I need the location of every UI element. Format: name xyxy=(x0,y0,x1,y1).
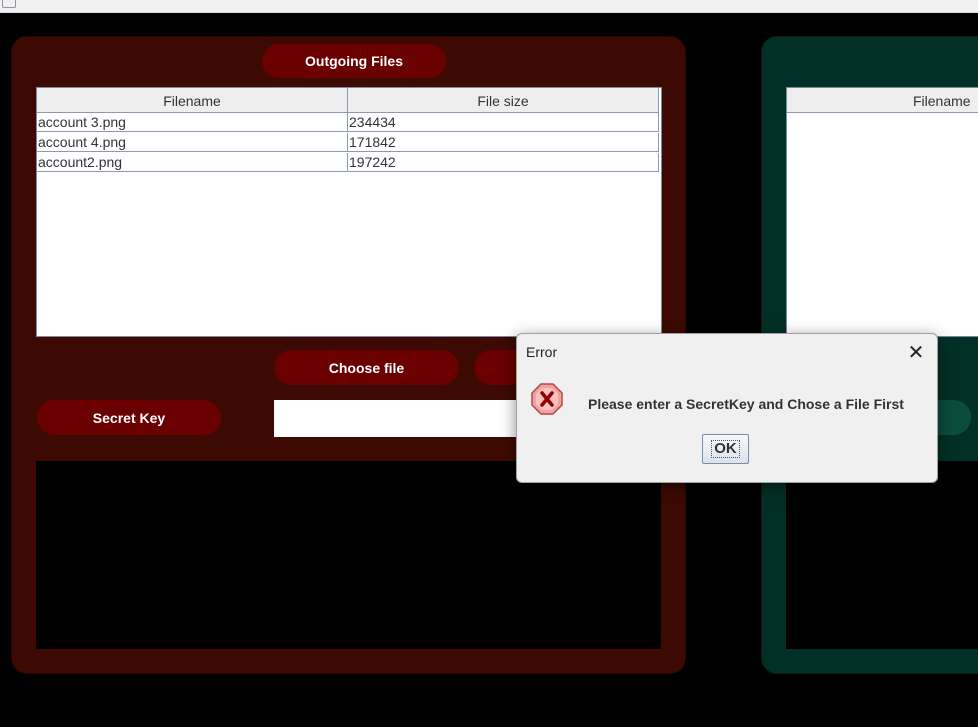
secret-key-label: Secret Key xyxy=(37,400,221,435)
table-row[interactable]: account 4.png 171842 xyxy=(37,133,659,153)
window-title-bar xyxy=(0,0,978,13)
column-header-file-size[interactable]: File size xyxy=(348,88,659,112)
app-icon xyxy=(2,0,16,8)
cell-file-size: 234434 xyxy=(348,113,659,132)
cell-filename: account 4.png xyxy=(37,133,348,152)
close-icon[interactable]: ✕ xyxy=(901,338,931,366)
cell-filename: account 3.png xyxy=(37,113,348,132)
cell-file-size: 197242 xyxy=(348,153,659,172)
incoming-files-table[interactable]: Filename xyxy=(786,87,978,337)
choose-file-button[interactable]: Choose file xyxy=(274,350,459,385)
column-header-filename[interactable]: Filename xyxy=(787,88,978,112)
error-dialog: Error ✕ Please enter a SecretKey and Cho… xyxy=(516,333,938,483)
dialog-title: Error xyxy=(526,344,558,360)
outgoing-log-area[interactable] xyxy=(36,461,661,649)
table-header: Filename xyxy=(787,88,978,113)
table-row[interactable]: account 3.png 234434 xyxy=(37,113,659,133)
table-header: Filename File size xyxy=(37,88,659,113)
error-icon xyxy=(530,382,564,416)
dialog-message: Please enter a SecretKey and Chose a Fil… xyxy=(588,396,904,412)
ok-button-label: OK xyxy=(711,440,740,458)
cell-file-size: 171842 xyxy=(348,133,659,152)
ok-button[interactable]: OK xyxy=(702,434,749,464)
outgoing-files-title: Outgoing Files xyxy=(262,44,446,78)
outgoing-files-table[interactable]: Filename File size account 3.png 234434 … xyxy=(36,87,662,337)
cell-filename: account2.png xyxy=(37,153,348,172)
incoming-log-area[interactable] xyxy=(786,461,978,649)
column-header-filename[interactable]: Filename xyxy=(37,88,348,112)
table-row[interactable]: account2.png 197242 xyxy=(37,153,659,173)
